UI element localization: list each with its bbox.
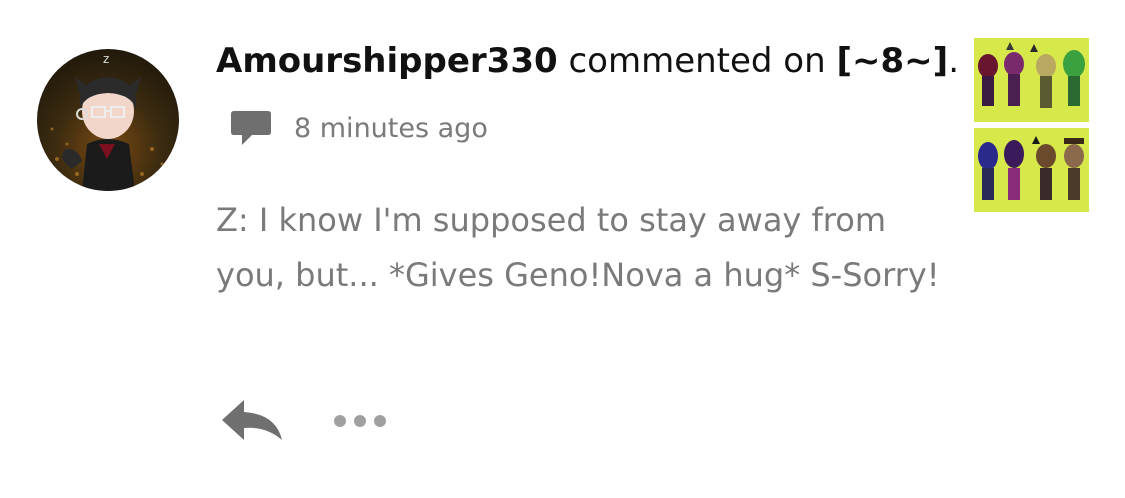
reply-arrow-icon[interactable] [220,398,284,444]
avatar-image: z [50,52,164,191]
trailing-punct: . [948,41,959,81]
action-text: commented on [557,41,837,81]
svg-text:z: z [103,52,109,66]
target-title-link[interactable]: [~8~] [836,41,948,81]
thumbnail-image [974,38,1089,212]
comment-actions [220,398,388,444]
comment-meta: 8 minutes ago [230,108,488,148]
user-avatar[interactable]: z [37,49,179,191]
more-dots-icon[interactable] [332,413,388,429]
comment-header: Amourshipper330 commented on [~8~]. [216,38,959,84]
comment-body: Z: I know I'm supposed to stay away from… [216,201,940,294]
post-thumbnail[interactable] [974,38,1089,212]
username-link[interactable]: Amourshipper330 [216,41,558,81]
timestamp: 8 minutes ago [294,112,488,144]
comment-bubble-icon [231,111,271,145]
